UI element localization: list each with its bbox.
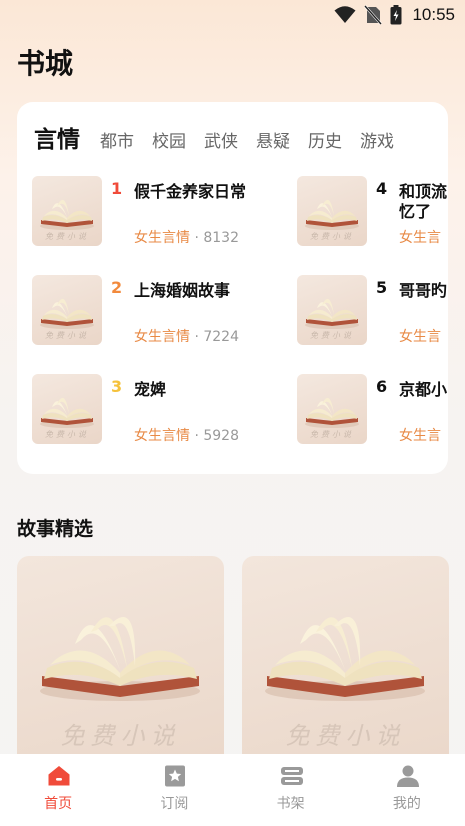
tab-mystery[interactable]: 悬疑 xyxy=(256,127,290,152)
book-cover: 免费小说 xyxy=(32,176,102,246)
ranking-book-item[interactable]: 免费小说 1 假千金养家日常 女生言情 · 8132 xyxy=(32,176,292,248)
book-meta: 女生言 xyxy=(399,425,441,445)
nav-subscribe-label: 订阅 xyxy=(160,796,189,812)
ranking-book-item[interactable]: 免费小说 5 哥哥旳 女生言 xyxy=(297,275,448,347)
book-category: 女生言情 xyxy=(134,428,190,444)
bookshelf-icon xyxy=(280,764,304,788)
book-meta: 女生言 xyxy=(399,227,441,247)
nav-subscribe[interactable]: 订阅 xyxy=(116,754,232,826)
ranking-book-item[interactable]: 免费小说 4 和顶流 忆了 女生言 xyxy=(297,176,448,248)
tab-campus[interactable]: 校园 xyxy=(152,127,186,152)
cover-brand-text: 免费小说 xyxy=(310,232,354,241)
cover-brand-text: 免费小说 xyxy=(310,430,354,439)
book-category: 女生言 xyxy=(399,230,441,246)
book-category: 女生言 xyxy=(399,329,441,345)
book-cover: 免费小说 xyxy=(32,275,102,345)
cover-brand-text: 免费小说 xyxy=(45,331,89,340)
no-sim-icon xyxy=(364,5,383,25)
book-title-line2: 忆了 xyxy=(399,202,432,221)
book-category: 女生言 xyxy=(399,428,441,444)
status-bar: 10:55 xyxy=(0,0,465,32)
read-count: 5928 xyxy=(203,428,239,444)
rank-number: 3 xyxy=(111,377,123,396)
tab-history[interactable]: 历史 xyxy=(308,127,342,152)
book-category: 女生言情 xyxy=(134,230,190,246)
book-title: 假千金养家日常 xyxy=(134,182,247,201)
book-title: 哥哥旳 xyxy=(399,281,448,300)
tab-wuxia[interactable]: 武侠 xyxy=(204,127,238,152)
story-card[interactable]: 免费小说 xyxy=(242,556,449,776)
story-card-brand-text: 免费小说 xyxy=(60,722,181,750)
book-cover: 免费小说 xyxy=(297,176,367,246)
rank-number: 6 xyxy=(376,377,388,396)
home-icon xyxy=(47,764,71,788)
book-meta: 女生言情 · 8132 xyxy=(134,227,239,247)
cover-brand-text: 免费小说 xyxy=(310,331,354,340)
read-count: 8132 xyxy=(203,230,239,246)
wifi-icon xyxy=(334,6,356,24)
page-title: 书城 xyxy=(17,47,74,80)
book-cover: 免费小说 xyxy=(32,374,102,444)
book-title: 上海婚姻故事 xyxy=(134,281,231,300)
rank-number: 2 xyxy=(111,278,123,297)
nav-home-label: 首页 xyxy=(44,796,73,812)
cover-brand-text: 免费小说 xyxy=(45,232,89,241)
nav-home[interactable]: 首页 xyxy=(0,754,116,826)
ranking-book-item[interactable]: 免费小说 2 上海婚姻故事 女生言情 · 7224 xyxy=(32,275,292,347)
nav-bookshelf[interactable]: 书架 xyxy=(233,754,349,826)
rank-number: 5 xyxy=(376,278,388,297)
read-count: 7224 xyxy=(203,329,239,345)
book-meta: 女生言情 · 7224 xyxy=(134,326,239,346)
battery-charging-icon xyxy=(390,5,402,25)
star-bookmark-icon xyxy=(163,764,187,788)
nav-bookshelf-label: 书架 xyxy=(276,796,305,812)
story-card-brand-text: 免费小说 xyxy=(285,722,406,750)
meta-separator: · xyxy=(190,329,204,345)
tab-urban[interactable]: 都市 xyxy=(100,127,134,152)
meta-separator: · xyxy=(190,428,204,444)
status-time: 10:55 xyxy=(412,5,455,24)
ranking-card: 言情 都市 校园 武侠 悬疑 历史 游戏 免费小说 1 假千金养家日常 女生言情… xyxy=(17,102,448,474)
book-cover: 免费小说 xyxy=(297,275,367,345)
book-meta: 女生言 xyxy=(399,326,441,346)
story-section-title: 故事精选 xyxy=(17,518,94,540)
tab-game[interactable]: 游戏 xyxy=(360,127,394,152)
user-icon xyxy=(396,764,420,788)
book-meta: 女生言情 · 5928 xyxy=(134,425,239,445)
book-category: 女生言情 xyxy=(134,329,190,345)
cover-brand-text: 免费小说 xyxy=(45,430,89,439)
nav-mine-label: 我的 xyxy=(392,796,421,812)
tab-romance[interactable]: 言情 xyxy=(34,120,80,154)
nav-mine[interactable]: 我的 xyxy=(349,754,465,826)
meta-separator: · xyxy=(190,230,204,246)
ranking-book-item[interactable]: 免费小说 3 宠婢 女生言情 · 5928 xyxy=(32,374,292,446)
category-tabs: 言情 都市 校园 武侠 悬疑 历史 游戏 xyxy=(34,120,412,154)
book-title: 京都小 xyxy=(399,380,448,399)
book-cover: 免费小说 xyxy=(297,374,367,444)
rank-number: 4 xyxy=(376,179,388,198)
ranking-book-item[interactable]: 免费小说 6 京都小 女生言 xyxy=(297,374,448,446)
bottom-nav: 首页 订阅 书架 我的 xyxy=(0,754,465,826)
story-card[interactable]: 免费小说 xyxy=(17,556,224,776)
book-title: 宠婢 xyxy=(134,380,167,399)
rank-number: 1 xyxy=(111,179,123,198)
